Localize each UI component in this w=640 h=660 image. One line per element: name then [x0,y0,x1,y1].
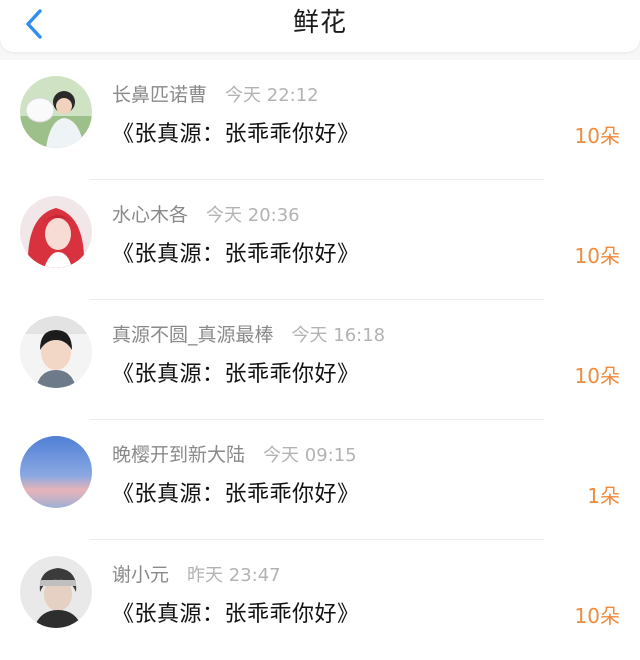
top-bar: 鲜花 [0,0,640,52]
avatar[interactable] [20,436,92,508]
timestamp: 今天 22:12 [225,85,319,106]
item-meta: 真源不圆_真源最棒 今天 16:18 [112,320,385,347]
flower-count: 10朵 [574,364,620,388]
flower-count: 1朵 [587,484,620,508]
avatar[interactable] [20,196,92,268]
list-item[interactable]: 长鼻匹诺曹 今天 22:12 《张真源：张乖乖你好》 10朵 [0,60,640,180]
chevron-left-icon [26,9,42,39]
flower-gift-list: 长鼻匹诺曹 今天 22:12 《张真源：张乖乖你好》 10朵 水心木各 今天 2… [0,60,640,660]
item-meta: 水心木各 今天 20:36 [112,200,300,227]
timestamp: 今天 16:18 [291,325,386,346]
list-item[interactable]: 谢小元 昨天 23:47 《张真源：张乖乖你好》 10朵 [0,540,640,660]
avatar[interactable] [20,76,92,148]
list-item[interactable]: 水心木各 今天 20:36 《张真源：张乖乖你好》 10朵 [0,180,640,300]
item-meta: 谢小元 昨天 23:47 [112,560,281,587]
book-title[interactable]: 《张真源：张乖乖你好》 [112,116,360,148]
page-title: 鲜花 [292,7,347,38]
username[interactable]: 真源不圆_真源最棒 [112,320,274,347]
list-item[interactable]: 真源不圆_真源最棒 今天 16:18 《张真源：张乖乖你好》 10朵 [0,300,640,420]
avatar[interactable] [20,316,92,388]
item-meta: 晚樱开到新大陆 今天 09:15 [112,440,357,467]
book-title[interactable]: 《张真源：张乖乖你好》 [112,476,360,508]
back-button[interactable] [14,4,54,44]
timestamp: 今天 09:15 [263,445,357,466]
username[interactable]: 水心木各 [112,200,188,227]
username[interactable]: 谢小元 [112,560,169,587]
timestamp: 昨天 23:47 [187,565,281,586]
flower-count: 10朵 [574,124,620,148]
book-title[interactable]: 《张真源：张乖乖你好》 [112,596,360,628]
timestamp: 今天 20:36 [206,205,300,226]
flower-count: 10朵 [574,604,620,628]
list-item[interactable]: 晚樱开到新大陆 今天 09:15 《张真源：张乖乖你好》 1朵 [0,420,640,540]
username[interactable]: 长鼻匹诺曹 [112,80,207,107]
book-title[interactable]: 《张真源：张乖乖你好》 [112,356,360,388]
book-title[interactable]: 《张真源：张乖乖你好》 [112,236,360,268]
avatar[interactable] [20,556,92,628]
username[interactable]: 晚樱开到新大陆 [112,440,245,467]
item-meta: 长鼻匹诺曹 今天 22:12 [112,80,319,107]
flower-count: 10朵 [574,244,620,268]
